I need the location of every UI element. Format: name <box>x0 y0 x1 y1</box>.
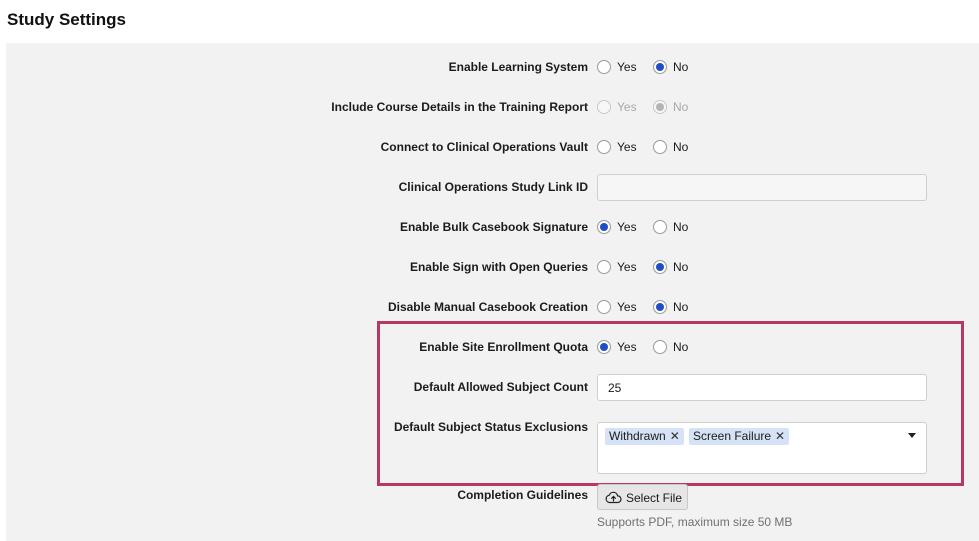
no-label: No <box>673 140 689 154</box>
no-radio[interactable] <box>653 140 667 154</box>
setting-label: Default Subject Status Exclusions <box>393 420 588 434</box>
select-file-button[interactable]: Select File <box>597 484 688 510</box>
setting-label: Clinical Operations Study Link ID <box>398 180 588 194</box>
no-radio[interactable] <box>653 340 667 354</box>
yes-radio[interactable] <box>597 140 611 154</box>
tag-label: Screen Failure <box>693 429 772 443</box>
yes-radio[interactable] <box>597 260 611 274</box>
setting-label: Include Course Details in the Training R… <box>331 100 588 114</box>
setting-label: Default Allowed Subject Count <box>413 380 588 394</box>
setting-enable-bulk-casebook-signature: Enable Bulk Casebook Signature Yes No <box>0 216 979 240</box>
tag-label: Withdrawn <box>609 429 666 443</box>
setting-connect-clinical-ops-vault: Connect to Clinical Operations Vault Yes… <box>0 136 979 160</box>
no-radio[interactable] <box>653 60 667 74</box>
setting-enable-learning-system: Enable Learning System Yes No <box>0 56 979 80</box>
yes-label: Yes <box>617 140 637 154</box>
no-label: No <box>673 300 689 314</box>
no-radio <box>653 100 667 114</box>
study-settings-page: Study Settings Enable Learning System Ye… <box>0 0 979 541</box>
tag-screen-failure: Screen Failure ✕ <box>689 428 790 445</box>
no-radio[interactable] <box>653 220 667 234</box>
file-hint: Supports PDF, maximum size 50 MB <box>597 515 793 529</box>
yes-radio[interactable] <box>597 300 611 314</box>
setting-label: Completion Guidelines <box>457 488 588 502</box>
subject-count-input[interactable] <box>597 374 927 401</box>
no-label: No <box>673 100 689 114</box>
cloud-upload-icon <box>605 491 622 504</box>
yes-radio[interactable] <box>597 340 611 354</box>
yes-label: Yes <box>617 60 637 74</box>
close-icon[interactable]: ✕ <box>670 428 680 445</box>
setting-disable-manual-casebook-creation: Disable Manual Casebook Creation Yes No <box>0 296 979 320</box>
chevron-down-icon[interactable] <box>908 433 916 438</box>
no-label: No <box>673 260 689 274</box>
setting-enable-sign-open-queries: Enable Sign with Open Queries Yes No <box>0 256 979 280</box>
page-title: Study Settings <box>7 10 127 29</box>
no-label: No <box>673 60 689 74</box>
no-radio[interactable] <box>653 260 667 274</box>
setting-label: Disable Manual Casebook Creation <box>387 300 588 314</box>
setting-label: Enable Bulk Casebook Signature <box>399 220 588 234</box>
setting-label: Enable Sign with Open Queries <box>409 260 588 274</box>
setting-label: Enable Learning System <box>448 60 588 74</box>
no-radio[interactable] <box>653 300 667 314</box>
close-icon[interactable]: ✕ <box>775 428 785 445</box>
no-label: No <box>673 340 689 354</box>
yes-label: Yes <box>617 100 637 114</box>
yes-label: Yes <box>617 340 637 354</box>
setting-label: Enable Site Enrollment Quota <box>419 340 588 354</box>
study-link-id-input[interactable] <box>597 174 927 201</box>
yes-label: Yes <box>617 300 637 314</box>
no-label: No <box>673 220 689 234</box>
yes-label: Yes <box>617 220 637 234</box>
yes-radio[interactable] <box>597 220 611 234</box>
setting-include-course-details: Include Course Details in the Training R… <box>0 96 979 120</box>
setting-enable-site-enrollment-quota: Enable Site Enrollment Quota Yes No <box>0 336 979 360</box>
yes-label: Yes <box>617 260 637 274</box>
setting-completion-guidelines: Completion Guidelines <box>0 484 979 508</box>
setting-label: Connect to Clinical Operations Vault <box>380 140 588 154</box>
yes-radio[interactable] <box>597 60 611 74</box>
status-exclusions-multiselect[interactable]: Withdrawn ✕ Screen Failure ✕ <box>597 422 927 474</box>
yes-radio <box>597 100 611 114</box>
select-file-label: Select File <box>626 491 683 505</box>
tag-withdrawn: Withdrawn ✕ <box>605 428 684 445</box>
